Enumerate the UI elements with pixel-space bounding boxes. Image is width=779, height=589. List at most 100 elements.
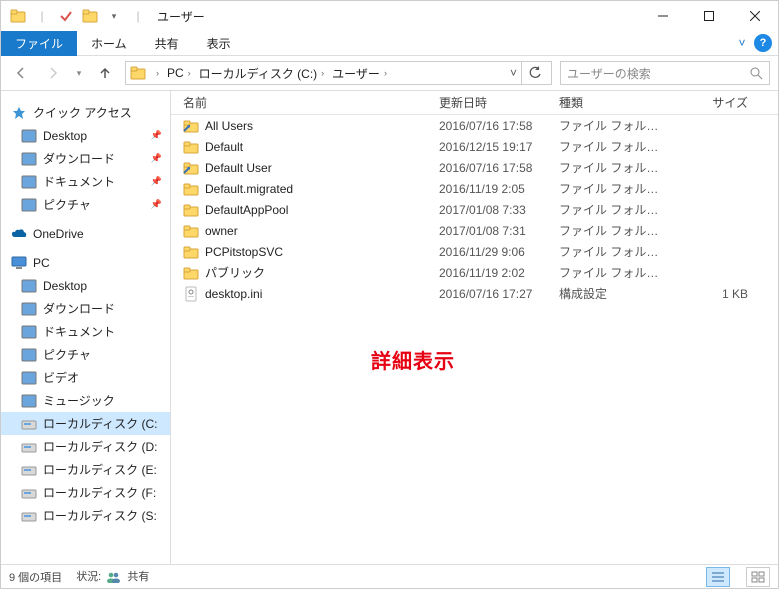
pin-icon: 📌 bbox=[151, 153, 162, 164]
tab-home[interactable]: ホーム bbox=[77, 31, 141, 56]
nav-quick-access[interactable]: クイック アクセス bbox=[1, 101, 170, 124]
address-dropdown-icon[interactable]: ˅ bbox=[506, 66, 521, 80]
folder-icon bbox=[21, 393, 37, 409]
folder-icon bbox=[21, 128, 37, 144]
disk-icon bbox=[21, 485, 37, 501]
folder-icon bbox=[21, 151, 37, 167]
search-placeholder: ユーザーの検索 bbox=[567, 65, 651, 82]
help-button[interactable]: ? bbox=[754, 34, 772, 52]
disk-icon bbox=[21, 462, 37, 478]
pin-icon: 📌 bbox=[151, 199, 162, 210]
nav-pc[interactable]: PC bbox=[1, 251, 170, 274]
forward-button[interactable] bbox=[41, 61, 65, 85]
breadcrumb-sep[interactable]: › bbox=[152, 66, 163, 80]
title-bar: | ▾ | ユーザー bbox=[1, 1, 778, 31]
nav-pc-item[interactable]: ダウンロード bbox=[1, 297, 170, 320]
nav-pc-item[interactable]: ローカルディスク (E: bbox=[1, 458, 170, 481]
file-list: 名前 更新日時 種類 サイズ 詳細表示 All Users2016/07/16 … bbox=[171, 91, 778, 564]
nav-pc-item[interactable]: ドキュメント bbox=[1, 320, 170, 343]
ribbon-expand-icon[interactable]: ˅ bbox=[734, 36, 750, 50]
annotation-label: 詳細表示 bbox=[371, 345, 455, 374]
refresh-button[interactable] bbox=[521, 61, 547, 85]
row-icon bbox=[183, 286, 199, 302]
table-row[interactable]: DefaultAppPool2017/01/08 7:33ファイル フォルダー bbox=[171, 199, 778, 220]
disk-icon bbox=[21, 416, 37, 432]
address-bar[interactable]: › PC› ローカルディスク (C:)› ユーザー› ˅ bbox=[125, 61, 552, 85]
icons-view-button[interactable] bbox=[746, 567, 770, 587]
file-rows[interactable]: 詳細表示 All Users2016/07/16 17:58ファイル フォルダー… bbox=[171, 115, 778, 564]
folder-icon bbox=[7, 5, 29, 27]
main-area: クイック アクセス Desktop📌ダウンロード📌ドキュメント📌ピクチャ📌 On… bbox=[1, 90, 778, 564]
folder-icon bbox=[21, 301, 37, 317]
cloud-icon bbox=[11, 226, 27, 242]
close-button[interactable] bbox=[732, 1, 778, 31]
nav-pc-item[interactable]: ローカルディスク (S: bbox=[1, 504, 170, 527]
folder-icon bbox=[21, 174, 37, 190]
table-row[interactable]: All Users2016/07/16 17:58ファイル フォルダー bbox=[171, 115, 778, 136]
properties-check-icon[interactable] bbox=[55, 5, 77, 27]
folder-icon bbox=[21, 197, 37, 213]
quick-access-toolbar: | ▾ | bbox=[7, 5, 149, 27]
nav-pc-item[interactable]: ローカルディスク (C: bbox=[1, 412, 170, 435]
nav-pc-item[interactable]: ビデオ bbox=[1, 366, 170, 389]
col-type[interactable]: 種類 bbox=[551, 94, 671, 111]
status-bar: 9 個の項目 状況: 共有 bbox=[1, 564, 778, 588]
row-icon bbox=[183, 202, 199, 218]
nav-pc-item[interactable]: Desktop bbox=[1, 274, 170, 297]
navigation-pane[interactable]: クイック アクセス Desktop📌ダウンロード📌ドキュメント📌ピクチャ📌 On… bbox=[1, 91, 171, 564]
nav-quick-item[interactable]: ドキュメント📌 bbox=[1, 170, 170, 193]
qat-divider: | bbox=[31, 5, 53, 27]
table-row[interactable]: Default User2016/07/16 17:58ファイル フォルダー bbox=[171, 157, 778, 178]
tab-view[interactable]: 表示 bbox=[193, 31, 245, 56]
details-view-button[interactable] bbox=[706, 567, 730, 587]
table-row[interactable]: Default.migrated2016/11/19 2:05ファイル フォルダ… bbox=[171, 178, 778, 199]
nav-pc-item[interactable]: ピクチャ bbox=[1, 343, 170, 366]
nav-onedrive[interactable]: OneDrive bbox=[1, 222, 170, 245]
up-button[interactable] bbox=[93, 61, 117, 85]
breadcrumb-users[interactable]: ユーザー› bbox=[328, 63, 391, 84]
folder-small-icon[interactable] bbox=[79, 5, 101, 27]
breadcrumb-pc[interactable]: PC› bbox=[163, 64, 195, 82]
col-name[interactable]: 名前 bbox=[171, 94, 431, 111]
back-button[interactable] bbox=[9, 61, 33, 85]
pin-icon: 📌 bbox=[151, 130, 162, 141]
qat-dropdown-icon[interactable]: ▾ bbox=[103, 5, 125, 27]
row-icon bbox=[183, 181, 199, 197]
table-row[interactable]: Default2016/12/15 19:17ファイル フォルダー bbox=[171, 136, 778, 157]
folder-icon bbox=[21, 278, 37, 294]
column-headers: 名前 更新日時 種類 サイズ bbox=[171, 91, 778, 115]
row-icon bbox=[183, 244, 199, 260]
nav-quick-item[interactable]: ダウンロード📌 bbox=[1, 147, 170, 170]
nav-quick-item[interactable]: Desktop📌 bbox=[1, 124, 170, 147]
people-icon bbox=[106, 569, 122, 585]
folder-icon bbox=[21, 347, 37, 363]
col-size[interactable]: サイズ bbox=[671, 94, 778, 111]
ribbon-tabs: ファイル ホーム 共有 表示 ˅ ? bbox=[1, 31, 778, 56]
row-icon bbox=[183, 139, 199, 155]
disk-icon bbox=[21, 439, 37, 455]
status-state: 状況: 共有 bbox=[76, 568, 149, 585]
search-icon bbox=[750, 67, 763, 80]
folder-icon bbox=[21, 324, 37, 340]
nav-pc-item[interactable]: ローカルディスク (F: bbox=[1, 481, 170, 504]
table-row[interactable]: パブリック2016/11/19 2:02ファイル フォルダー bbox=[171, 262, 778, 283]
folder-icon bbox=[130, 65, 146, 81]
minimize-button[interactable] bbox=[640, 1, 686, 31]
nav-quick-item[interactable]: ピクチャ📌 bbox=[1, 193, 170, 216]
table-row[interactable]: PCPitstopSVC2016/11/29 9:06ファイル フォルダー bbox=[171, 241, 778, 262]
col-date[interactable]: 更新日時 bbox=[431, 94, 551, 111]
pin-icon: 📌 bbox=[151, 176, 162, 187]
recent-dropdown-icon[interactable]: ▾ bbox=[73, 61, 85, 85]
maximize-button[interactable] bbox=[686, 1, 732, 31]
tab-share[interactable]: 共有 bbox=[141, 31, 193, 56]
nav-pc-item[interactable]: ローカルディスク (D: bbox=[1, 435, 170, 458]
search-input[interactable]: ユーザーの検索 bbox=[560, 61, 770, 85]
table-row[interactable]: desktop.ini2016/07/16 17:27構成設定1 KB bbox=[171, 283, 778, 304]
row-icon bbox=[183, 265, 199, 281]
breadcrumb-drive[interactable]: ローカルディスク (C:)› bbox=[195, 63, 329, 84]
window-controls bbox=[640, 1, 778, 31]
nav-pc-item[interactable]: ミュージック bbox=[1, 389, 170, 412]
tab-file[interactable]: ファイル bbox=[1, 31, 77, 56]
table-row[interactable]: owner2017/01/08 7:31ファイル フォルダー bbox=[171, 220, 778, 241]
folder-icon bbox=[21, 370, 37, 386]
